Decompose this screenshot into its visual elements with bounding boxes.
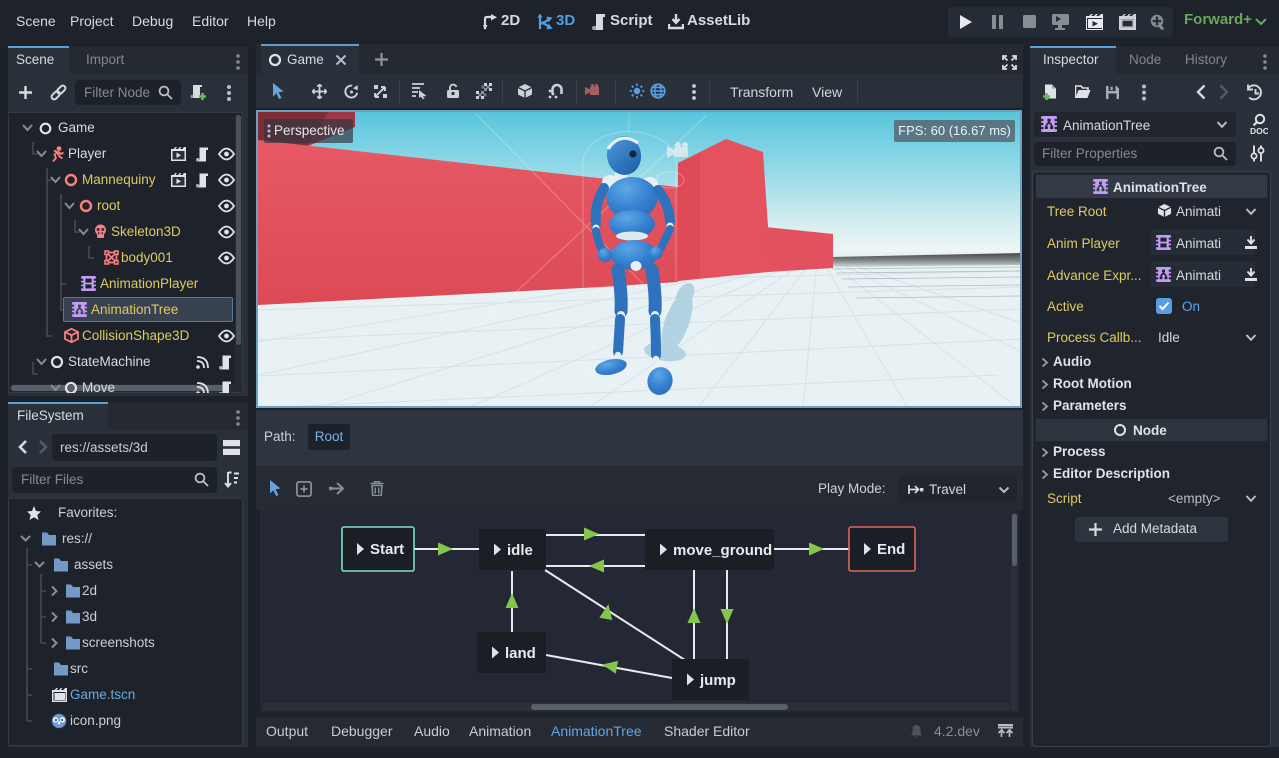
svg-text:Start: Start <box>370 541 404 558</box>
svg-text:idle: idle <box>507 542 533 559</box>
svg-text:land: land <box>505 645 536 662</box>
svg-text:End: End <box>877 541 905 558</box>
svg-text:move_ground: move_ground <box>673 542 772 559</box>
svg-text:DOC: DOC <box>1250 126 1268 136</box>
svg-text:jump: jump <box>699 672 736 689</box>
